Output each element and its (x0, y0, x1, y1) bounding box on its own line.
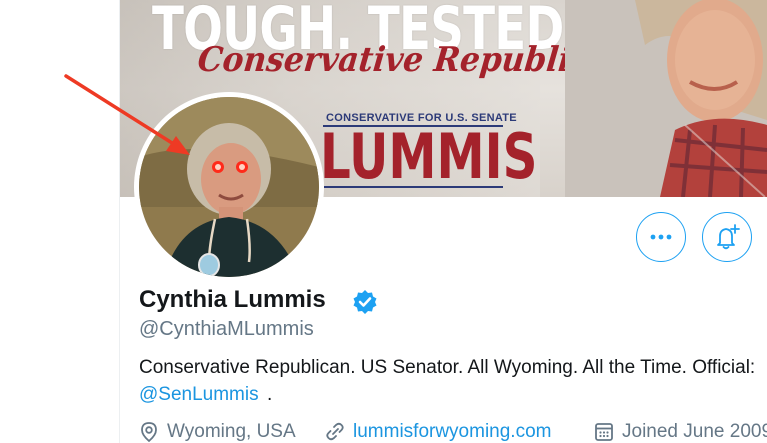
profile-location-text: Wyoming, USA (167, 421, 296, 442)
location-pin-icon (141, 422, 157, 443)
profile-joined-text: Joined June 2009 (622, 421, 767, 442)
more-horizontal-icon (650, 234, 672, 240)
notifications-button[interactable] (702, 212, 752, 262)
more-options-button[interactable] (636, 212, 686, 262)
calendar-icon (595, 423, 613, 441)
profile-handle: @CynthiaMLummis (139, 318, 314, 340)
verified-badge-icon (353, 290, 377, 314)
profile-website-link[interactable]: lummisforwyoming.com (353, 421, 551, 443)
bio-period: . (267, 384, 273, 405)
bell-plus-icon (717, 224, 740, 250)
profile-joined-date: Joined June 2009 (594, 421, 767, 443)
profile-location: Wyoming, USA (139, 421, 296, 443)
profile-meta-row: Wyoming, USA lummisforwyoming.com Joined… (139, 421, 767, 443)
profile-website[interactable]: lummisforwyoming.com (325, 421, 551, 443)
link-icon (326, 422, 344, 441)
profile-bio: Conservative Republican. US Senator. All… (139, 357, 756, 378)
bio-mention-link[interactable]: @SenLummis (139, 384, 259, 406)
profile-display-name: Cynthia Lummis (139, 286, 326, 313)
